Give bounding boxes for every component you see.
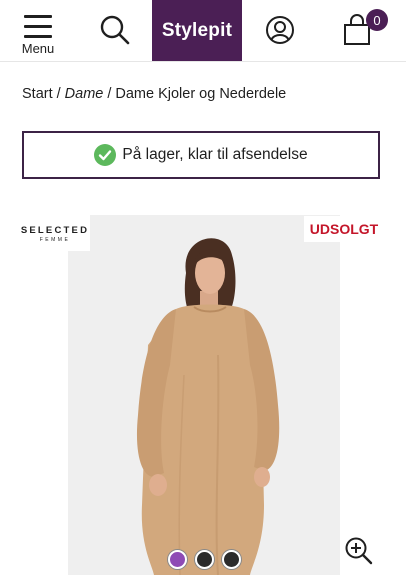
- color-swatches: [168, 550, 241, 570]
- breadcrumb-separator: /: [56, 86, 61, 102]
- color-swatch-black[interactable]: [222, 550, 241, 569]
- stock-status-box: På lager, klar til afsendelse: [22, 131, 380, 179]
- cart-count-badge: 0: [366, 9, 388, 31]
- stock-status-text: På lager, klar til afsendelse: [122, 146, 308, 163]
- account-button[interactable]: [262, 12, 298, 48]
- menu-button[interactable]: Menu: [18, 8, 58, 58]
- breadcrumb-dame[interactable]: Dame: [65, 86, 104, 102]
- product-image[interactable]: [68, 215, 340, 575]
- breadcrumb: Start / Dame / Dame Kjoler og Nederdele: [22, 86, 286, 102]
- search-icon: [100, 15, 130, 45]
- menu-label: Menu: [21, 41, 55, 56]
- hamburger-icon: [18, 8, 58, 38]
- stylepit-logo[interactable]: Stylepit: [152, 0, 242, 61]
- brand-logo[interactable]: SELECTED FEMME: [20, 215, 90, 251]
- brand-logo-bottom: FEMME: [39, 237, 71, 243]
- user-account-icon: [266, 16, 294, 44]
- sold-out-badge: UDSOLGT: [304, 216, 384, 242]
- product-photo-dress: [68, 215, 340, 575]
- breadcrumb-start[interactable]: Start: [22, 86, 53, 102]
- zoom-button[interactable]: [344, 536, 374, 566]
- breadcrumb-current: Dame Kjoler og Nederdele: [115, 86, 287, 102]
- top-navigation-bar: Menu Stylepit 0: [0, 0, 406, 62]
- breadcrumb-separator: /: [107, 86, 112, 102]
- brand-logo-top: SELECTED: [20, 225, 90, 236]
- zoom-in-icon: [345, 537, 373, 565]
- check-circle-icon: [94, 144, 117, 166]
- search-button[interactable]: [97, 12, 133, 48]
- color-swatch-purple[interactable]: [168, 550, 187, 569]
- color-swatch-black[interactable]: [195, 550, 214, 569]
